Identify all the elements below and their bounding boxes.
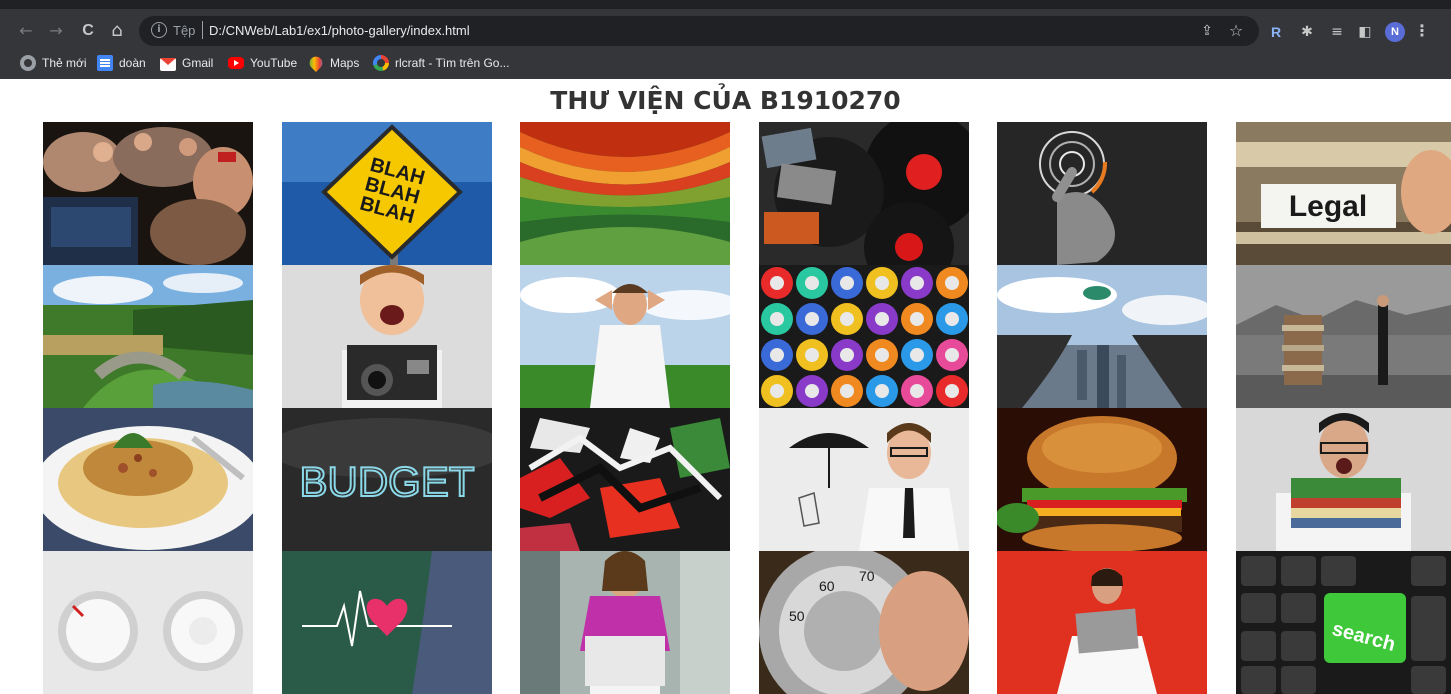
- bookmark-label: YouTube: [250, 56, 298, 70]
- extension-rt-icon[interactable]: R: [1266, 22, 1286, 42]
- url-separator: [202, 21, 203, 39]
- burger-image: [997, 408, 1207, 551]
- gallery-photo-stone-bridge[interactable]: [43, 265, 253, 408]
- vinyl-cassettes-image: [759, 122, 969, 265]
- google-icon: [373, 55, 389, 71]
- bookmark-label: Maps: [330, 56, 360, 70]
- bookmark-doan[interactable]: doàn: [97, 53, 146, 73]
- gallery-photo-man-field[interactable]: [520, 265, 730, 408]
- spray-cans-image: [759, 265, 969, 408]
- heartbeat-image: [282, 551, 492, 694]
- budget-caption: BUDGET: [299, 458, 474, 505]
- gallery-photo-jump-gap[interactable]: [997, 265, 1207, 408]
- url-scheme-label: Tệp: [173, 23, 196, 38]
- gallery-photo-knobs[interactable]: [43, 551, 253, 694]
- boy-camera-image: [282, 265, 492, 408]
- page-title: THƯ VIỆN CỦA B1910270: [550, 86, 901, 115]
- home-icon[interactable]: ⌂: [105, 19, 129, 43]
- stone-bridge-image: [43, 265, 253, 408]
- bookmark-new-tab[interactable]: Thẻ mới: [20, 53, 87, 73]
- pasta-image: [43, 408, 253, 551]
- man-field-image: [520, 265, 730, 408]
- bookmark-star-icon[interactable]: ☆: [1227, 22, 1245, 40]
- gallery-photo-spray-cans[interactable]: [759, 265, 969, 408]
- gallery-photo-heartbeat[interactable]: [282, 551, 492, 694]
- bookmark-label: Thẻ mới: [42, 56, 87, 70]
- knobs-image: [43, 551, 253, 694]
- jump-gap-image: [997, 265, 1207, 408]
- budget-image: BUDGET: [282, 408, 492, 551]
- gallery-photo-search-key[interactable]: search: [1236, 551, 1451, 694]
- profile-avatar[interactable]: N: [1385, 22, 1405, 42]
- maps-icon: [306, 53, 326, 73]
- concert-crowd-image: [43, 122, 253, 265]
- side-panel-icon[interactable]: ◧: [1355, 22, 1375, 42]
- bookmark-label: Gmail: [182, 56, 214, 70]
- bookmark-gmail[interactable]: Gmail: [160, 53, 213, 73]
- browser-chrome: ← → C ⌂ i Tệp D:/CNWeb/Lab1/ex1/photo-ga…: [0, 0, 1451, 79]
- docs-icon: [97, 55, 113, 71]
- legal-folder-image: Legal: [1236, 122, 1451, 265]
- gallery-photo-wavy-lines[interactable]: [520, 122, 730, 265]
- gallery-photo-concert-crowd[interactable]: [43, 122, 253, 265]
- forward-icon[interactable]: →: [44, 19, 68, 43]
- photo-gallery: BLAH BLAH BLAH Legal BUDGET 60 70 50 sea…: [0, 122, 1451, 694]
- touch-interface-image: [997, 122, 1207, 265]
- browser-toolbar: ← → C ⌂ i Tệp D:/CNWeb/Lab1/ex1/photo-ga…: [0, 13, 1451, 49]
- gallery-photo-budget[interactable]: BUDGET: [282, 408, 492, 551]
- globe-icon: [20, 55, 36, 71]
- gmail-icon: [160, 57, 176, 71]
- share-icon[interactable]: ⇪: [1198, 22, 1216, 40]
- gallery-photo-touch-interface[interactable]: [997, 122, 1207, 265]
- bookmark-youtube[interactable]: YouTube: [228, 53, 297, 73]
- safe-dial-image: 60 70 50: [759, 551, 969, 694]
- gallery-photo-boy-camera[interactable]: [282, 265, 492, 408]
- bookmarks-bar: Thẻ mới doàn Gmail YouTube Maps rlcraft …: [0, 50, 1451, 75]
- gallery-photo-woman-red[interactable]: [997, 551, 1207, 694]
- tired-man-image: [1236, 408, 1451, 551]
- gallery-photo-woman-laptop[interactable]: [520, 551, 730, 694]
- man-books-image: [1236, 265, 1451, 408]
- gallery-photo-pasta[interactable]: [43, 408, 253, 551]
- graffiti-image: [520, 408, 730, 551]
- svg-text:60: 60: [819, 578, 835, 594]
- gallery-photo-man-books[interactable]: [1236, 265, 1451, 408]
- legal-caption: Legal: [1289, 190, 1367, 223]
- gallery-photo-legal-folder[interactable]: Legal: [1236, 122, 1451, 265]
- gallery-photo-tired-man[interactable]: [1236, 408, 1451, 551]
- bookmark-label: doàn: [119, 56, 146, 70]
- gallery-photo-umbrella-man[interactable]: [759, 408, 969, 551]
- bookmark-maps[interactable]: Maps: [306, 53, 360, 73]
- bookmark-label: rlcraft - Tìm trên Go...: [395, 56, 510, 70]
- youtube-icon: [228, 57, 244, 69]
- gallery-photo-safe-dial[interactable]: 60 70 50: [759, 551, 969, 694]
- gallery-photo-burger[interactable]: [997, 408, 1207, 551]
- address-bar[interactable]: i Tệp D:/CNWeb/Lab1/ex1/photo-gallery/in…: [139, 16, 1259, 46]
- umbrella-man-image: [759, 408, 969, 551]
- reading-list-icon[interactable]: ≡: [1327, 22, 1347, 42]
- woman-laptop-image: [520, 551, 730, 694]
- tab-strip: [0, 0, 1451, 9]
- search-key-image: search: [1236, 551, 1451, 694]
- blah-sign-image: BLAH BLAH BLAH: [282, 122, 492, 265]
- back-icon[interactable]: ←: [14, 19, 38, 43]
- reload-icon[interactable]: C: [76, 19, 100, 43]
- wavy-lines-image: [520, 122, 730, 265]
- gallery-photo-vinyl-cassettes[interactable]: [759, 122, 969, 265]
- svg-text:70: 70: [859, 568, 875, 584]
- extensions-puzzle-icon[interactable]: ✱: [1297, 22, 1317, 42]
- gallery-photo-graffiti[interactable]: [520, 408, 730, 551]
- woman-red-image: [997, 551, 1207, 694]
- browser-menu-icon[interactable]: ⋮: [1414, 22, 1430, 42]
- svg-text:50: 50: [789, 608, 805, 624]
- url-text[interactable]: D:/CNWeb/Lab1/ex1/photo-gallery/index.ht…: [209, 22, 470, 40]
- bookmark-rlcraft-search[interactable]: rlcraft - Tìm trên Go...: [373, 53, 509, 73]
- gallery-photo-blah-sign[interactable]: BLAH BLAH BLAH: [282, 122, 492, 265]
- site-info-icon[interactable]: i: [151, 22, 167, 38]
